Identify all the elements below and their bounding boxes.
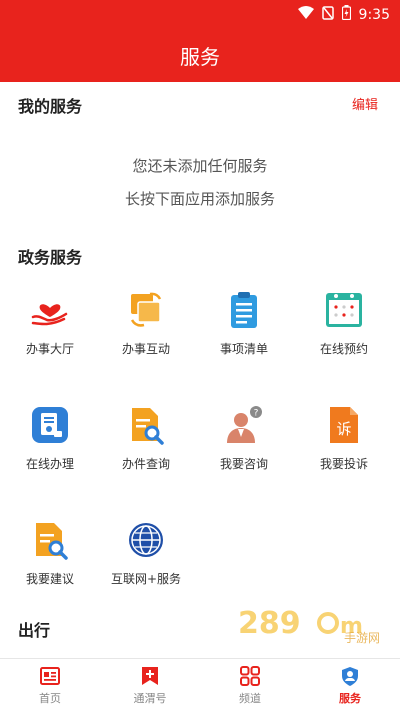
heart-hand-icon <box>30 290 70 330</box>
service-item-label: 办事互动 <box>121 342 170 356</box>
bottom-tab-bar: 首页 通渭号 频道 服务 <box>0 658 400 711</box>
service-item-checklist[interactable]: 事项清单 <box>194 290 294 380</box>
service-item-hall[interactable]: 办事大厅 <box>0 290 100 380</box>
calendar-icon <box>324 290 364 330</box>
consult-icon: ? <box>224 405 264 445</box>
service-item-label: 我要建议 <box>25 572 74 586</box>
service-item-consult[interactable]: ? 我要咨询 <box>194 405 294 495</box>
complaint-icon: 诉 <box>324 405 364 445</box>
service-item-label: 在线办理 <box>25 457 74 471</box>
service-item-complaint[interactable]: 诉 我要投诉 <box>294 405 394 495</box>
service-item-label: 办件查询 <box>121 457 170 471</box>
tab-service[interactable]: 服务 <box>300 659 400 711</box>
empty-hint-line1: 您还未添加任何服务 <box>132 157 268 175</box>
tab-channel[interactable]: 频道 <box>200 659 300 711</box>
empty-hint-line2: 长按下面应用添加服务 <box>124 190 275 208</box>
service-icon <box>339 665 361 687</box>
page-title: 服务 <box>180 44 220 69</box>
tab-label: 服务 <box>339 692 361 705</box>
my-services-title: 我的服务 <box>18 97 83 116</box>
svg-text:?: ? <box>254 409 259 419</box>
travel-title: 出行 <box>18 621 51 640</box>
status-bar: 9:35 <box>0 0 400 28</box>
tab-home[interactable]: 首页 <box>0 659 100 711</box>
battery-icon <box>341 5 351 24</box>
service-item-label: 互联网+服务 <box>110 572 182 586</box>
service-item-online-process[interactable]: 在线办理 <box>0 405 100 495</box>
service-item-label: 办事大厅 <box>25 342 74 356</box>
service-item-appointment[interactable]: 在线预约 <box>294 290 394 380</box>
service-item-internet-plus[interactable]: 互联网+服务 <box>96 520 196 610</box>
gov-services-title: 政务服务 <box>18 248 83 267</box>
plus-bookmark-icon <box>139 665 161 687</box>
svg-text:诉: 诉 <box>336 420 351 438</box>
service-item-label: 我要投诉 <box>319 457 368 471</box>
service-item-query[interactable]: 办件查询 <box>96 405 196 495</box>
watermark-text: 手游网 <box>343 631 380 645</box>
online-process-icon <box>30 405 70 445</box>
suggestion-icon <box>30 520 70 560</box>
tab-tongwei[interactable]: 通渭号 <box>100 659 200 711</box>
globe-icon <box>126 520 166 560</box>
interaction-icon <box>126 290 166 330</box>
no-sim-icon <box>321 5 334 24</box>
service-item-label: 事项清单 <box>219 342 268 356</box>
edit-button[interactable]: 编辑 <box>352 94 378 113</box>
svg-text:289: 289 <box>238 606 301 641</box>
service-item-interaction[interactable]: 办事互动 <box>96 290 196 380</box>
clipboard-list-icon <box>224 290 264 330</box>
service-item-label: 在线预约 <box>319 342 368 356</box>
tab-label: 通渭号 <box>133 692 167 705</box>
tab-label: 频道 <box>239 692 261 705</box>
status-icons: 9:35 <box>297 5 390 24</box>
service-item-suggestion[interactable]: 我要建议 <box>0 520 100 610</box>
status-time: 9:35 <box>358 6 390 23</box>
tab-label: 首页 <box>39 692 61 705</box>
header-bar: 服务 <box>0 28 400 82</box>
wifi-icon <box>297 5 314 24</box>
document-search-icon <box>126 405 166 445</box>
service-item-label: 我要咨询 <box>219 457 268 471</box>
home-news-icon <box>39 665 61 687</box>
watermark-logo: 289 m 手游网 <box>236 603 386 645</box>
grid-icon <box>239 665 261 687</box>
